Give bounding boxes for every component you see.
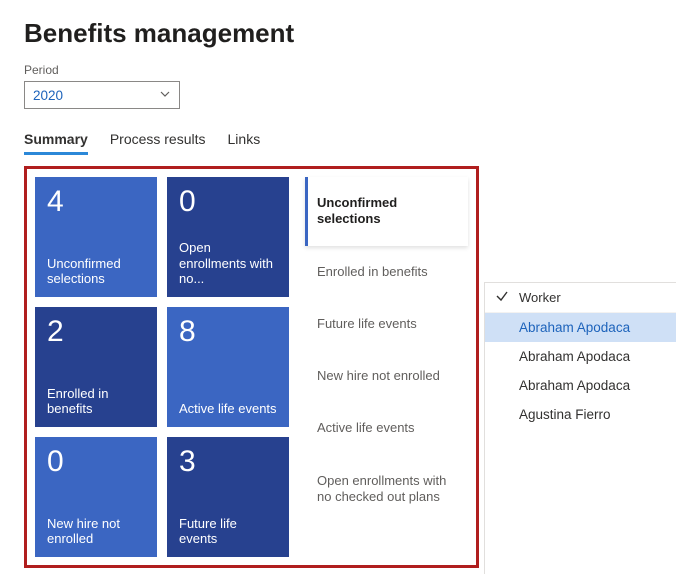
worker-column-header[interactable]: Worker [485,283,676,313]
list-item-unconfirmed-selections[interactable]: Unconfirmed selections [305,177,468,246]
tile-count: 8 [179,317,277,347]
worker-row[interactable]: Abraham Apodaca [485,313,676,342]
tile-label: New hire not enrolled [47,516,145,547]
tile-label: Active life events [179,401,277,417]
tile-future-life-events[interactable]: 3 Future life events [167,437,289,557]
summary-highlight-frame: 4 Unconfirmed selections 0 Open enrollme… [24,166,479,568]
tile-unconfirmed-selections[interactable]: 4 Unconfirmed selections [35,177,157,297]
tile-count: 3 [179,447,277,477]
list-item-future-life-events[interactable]: Future life events [305,298,468,350]
list-item-new-hire-not-enrolled[interactable]: New hire not enrolled [305,350,468,402]
worker-header-label: Worker [519,290,561,305]
tile-grid: 4 Unconfirmed selections 0 Open enrollme… [35,177,289,557]
tile-count: 0 [179,187,277,217]
tile-label: Unconfirmed selections [47,256,145,287]
list-item-enrolled-in-benefits[interactable]: Enrolled in benefits [305,246,468,298]
worker-row[interactable]: Abraham Apodaca [485,342,676,371]
tile-active-life-events[interactable]: 8 Active life events [167,307,289,427]
tile-open-enrollments[interactable]: 0 Open enrollments with no... [167,177,289,297]
page-title: Benefits management [24,18,652,49]
tile-count: 2 [47,317,145,347]
period-select[interactable]: 2020 [24,81,180,109]
check-icon [495,289,509,306]
period-label: Period [24,63,652,77]
summary-list: Unconfirmed selections Enrolled in benef… [305,177,468,557]
tile-new-hire-not-enrolled[interactable]: 0 New hire not enrolled [35,437,157,557]
list-item-active-life-events[interactable]: Active life events [305,402,468,454]
tab-summary[interactable]: Summary [24,127,88,155]
tile-label: Enrolled in benefits [47,386,145,417]
list-item-open-enrollments-no-plans[interactable]: Open enrollments with no checked out pla… [305,455,468,524]
tile-count: 0 [47,447,145,477]
worker-row[interactable]: Agustina Fierro [485,400,676,429]
tab-process-results[interactable]: Process results [110,127,206,155]
tile-count: 4 [47,187,145,217]
worker-row[interactable]: Abraham Apodaca [485,371,676,400]
tile-label: Open enrollments with no... [179,240,277,287]
tabs: Summary Process results Links [24,127,652,156]
period-value: 2020 [33,88,63,103]
tile-enrolled-in-benefits[interactable]: 2 Enrolled in benefits [35,307,157,427]
worker-panel: Worker Abraham Apodaca Abraham Apodaca A… [484,282,676,574]
tab-links[interactable]: Links [228,127,261,155]
chevron-down-icon [159,88,171,103]
tile-label: Future life events [179,516,277,547]
